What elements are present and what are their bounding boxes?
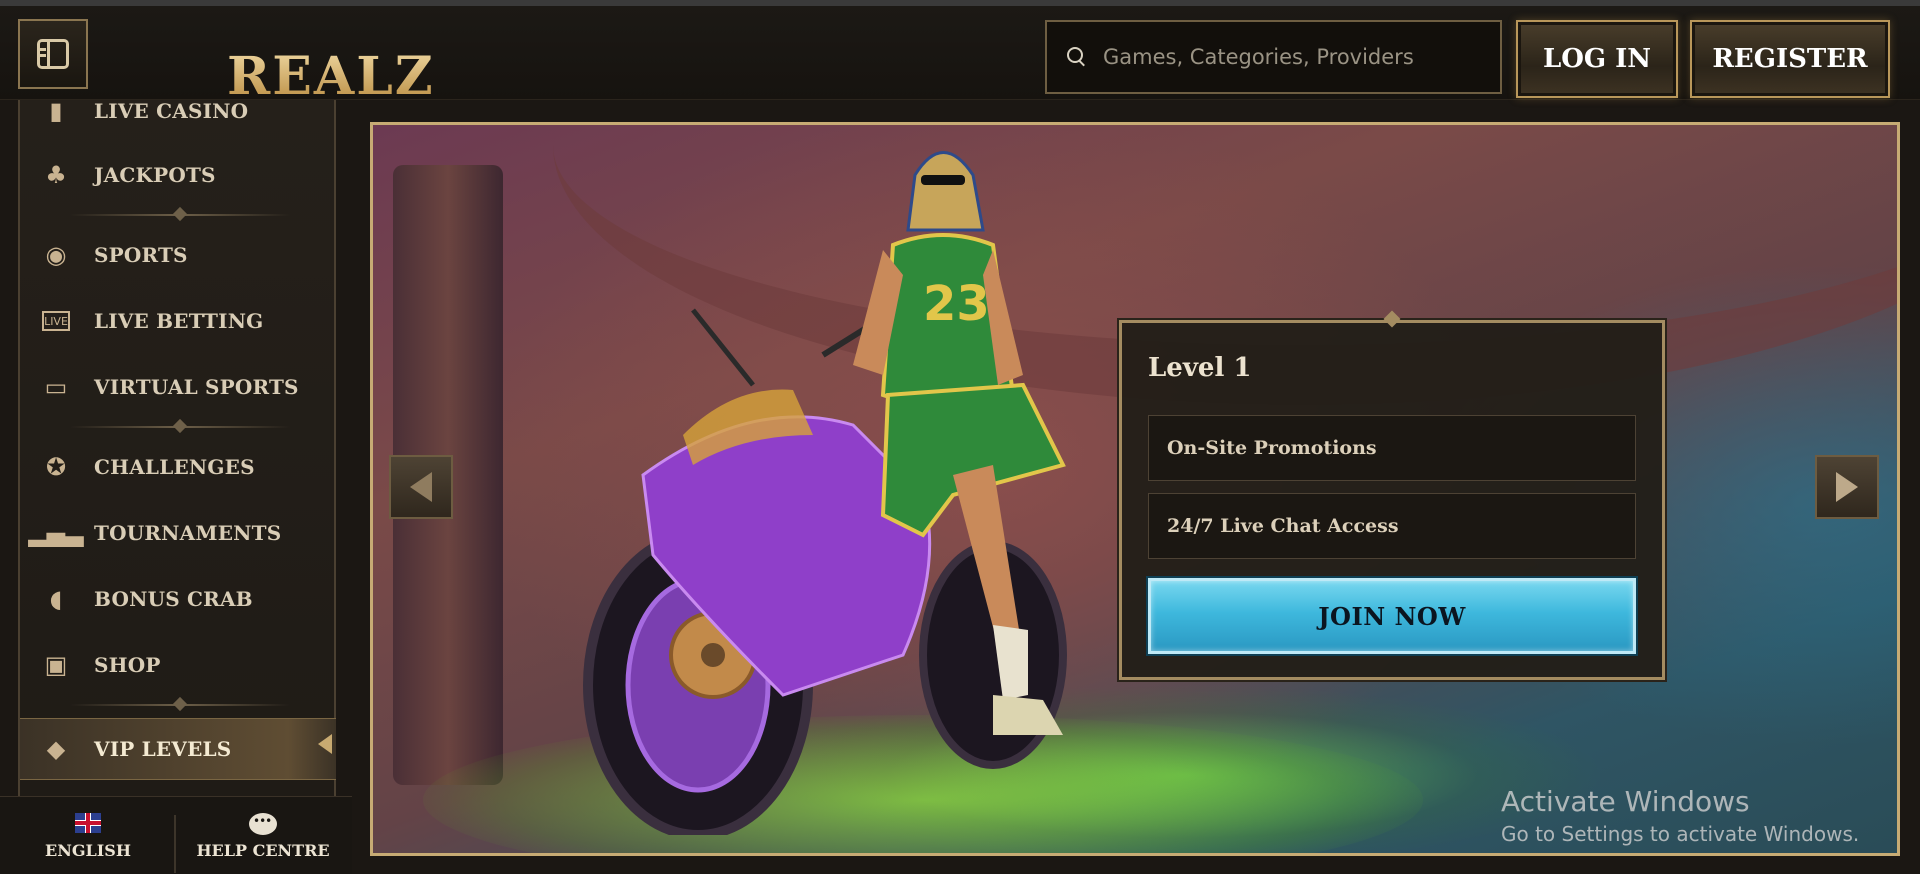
sidebar-item-bonus-crab[interactable]: ◖ BONUS CRAB bbox=[20, 574, 336, 624]
promo-banner: 23 Level 1 On-Site Promotions 24/7 Live … bbox=[370, 122, 1900, 856]
search-input[interactable] bbox=[1103, 45, 1483, 69]
sidebar-toggle-icon bbox=[37, 39, 69, 69]
sidebar-footer: ENGLISH HELP CENTRE bbox=[0, 796, 352, 874]
sidebar-item-label: TOURNAMENTS bbox=[94, 521, 282, 545]
chevron-left-icon bbox=[410, 472, 432, 502]
banner-prev-button[interactable] bbox=[389, 455, 453, 519]
search-icon bbox=[1067, 47, 1087, 67]
register-button[interactable]: REGISTER bbox=[1690, 20, 1890, 98]
chat-icon bbox=[249, 813, 277, 835]
ball-icon: ◉ bbox=[45, 241, 67, 269]
footer-divider bbox=[174, 815, 176, 873]
sidebar-item-label: BONUS CRAB bbox=[94, 587, 253, 611]
language-label: ENGLISH bbox=[45, 841, 131, 860]
perk-item: 24/7 Live Chat Access bbox=[1148, 493, 1636, 559]
sidebar-item-label: SPORTS bbox=[94, 243, 188, 267]
clover-icon: ♣ bbox=[45, 161, 67, 189]
card-icon: ▮ bbox=[49, 97, 63, 125]
login-button[interactable]: LOG IN bbox=[1516, 20, 1678, 98]
sidebar-item-label: LIVE BETTING bbox=[94, 309, 264, 333]
perk-item: On-Site Promotions bbox=[1148, 415, 1636, 481]
sidebar-divider bbox=[70, 426, 290, 428]
sidebar-item-vip-levels[interactable]: ◆ VIP LEVELS bbox=[20, 718, 336, 780]
sidebar-toggle-button[interactable] bbox=[18, 19, 88, 89]
sidebar-item-live-casino[interactable]: ▮ LIVE CASINO bbox=[20, 86, 336, 136]
podium-icon: ▂▄▃ bbox=[28, 519, 84, 547]
sidebar-item-tournaments[interactable]: ▂▄▃ TOURNAMENTS bbox=[20, 508, 336, 558]
crab-icon: ◖ bbox=[49, 585, 63, 613]
vip-level-card: Level 1 On-Site Promotions 24/7 Live Cha… bbox=[1119, 310, 1665, 680]
sidebar-item-jackpots[interactable]: ♣ JACKPOTS bbox=[20, 150, 336, 200]
sidebar-item-label: VIRTUAL SPORTS bbox=[94, 375, 299, 399]
sidebar-item-label: JACKPOTS bbox=[94, 163, 216, 187]
sidebar-item-challenges[interactable]: ✪ CHALLENGES bbox=[20, 442, 336, 492]
watermark-subtitle: Go to Settings to activate Windows. bbox=[1501, 822, 1860, 846]
sidebar-item-label: CHALLENGES bbox=[94, 455, 255, 479]
medal-icon: ✪ bbox=[45, 453, 67, 481]
activate-windows-watermark: Activate Windows Go to Settings to activ… bbox=[1501, 785, 1859, 846]
sidebar-item-shop[interactable]: ▣ SHOP bbox=[20, 640, 336, 690]
sidebar-item-label: SHOP bbox=[94, 653, 161, 677]
jersey-number: 23 bbox=[923, 276, 990, 332]
uk-flag-icon bbox=[75, 813, 101, 833]
level-title: Level 1 bbox=[1148, 353, 1252, 383]
join-now-button[interactable]: JOIN NOW bbox=[1148, 578, 1636, 654]
watermark-title: Activate Windows bbox=[1501, 785, 1750, 818]
sidebar-divider bbox=[70, 704, 290, 706]
sidebar-nav: ▮ LIVE CASINO ♣ JACKPOTS ◉ SPORTS LIVE L… bbox=[18, 97, 336, 796]
sidebar-item-sports[interactable]: ◉ SPORTS bbox=[20, 230, 336, 280]
language-selector[interactable]: ENGLISH bbox=[40, 813, 136, 860]
chevron-right-icon bbox=[1836, 472, 1858, 502]
diamond-icon: ◆ bbox=[46, 735, 66, 763]
sidebar-divider bbox=[70, 214, 290, 216]
help-centre-link[interactable]: HELP CENTRE bbox=[196, 813, 330, 860]
monitor-icon: ▭ bbox=[44, 373, 68, 401]
help-label: HELP CENTRE bbox=[196, 841, 330, 860]
bag-icon: ▣ bbox=[44, 651, 68, 679]
banner-next-button[interactable] bbox=[1815, 455, 1879, 519]
search-box[interactable] bbox=[1045, 20, 1502, 94]
sidebar-item-virtual-sports[interactable]: ▭ VIRTUAL SPORTS bbox=[20, 362, 336, 412]
live-icon: LIVE bbox=[42, 311, 70, 331]
sidebar-item-label: VIP LEVELS bbox=[94, 737, 232, 761]
active-indicator-icon bbox=[318, 734, 332, 754]
sidebar-item-label: LIVE CASINO bbox=[94, 99, 249, 123]
sidebar-item-live-betting[interactable]: LIVE LIVE BETTING bbox=[20, 296, 336, 346]
hero-illustration: 23 bbox=[583, 151, 1067, 835]
